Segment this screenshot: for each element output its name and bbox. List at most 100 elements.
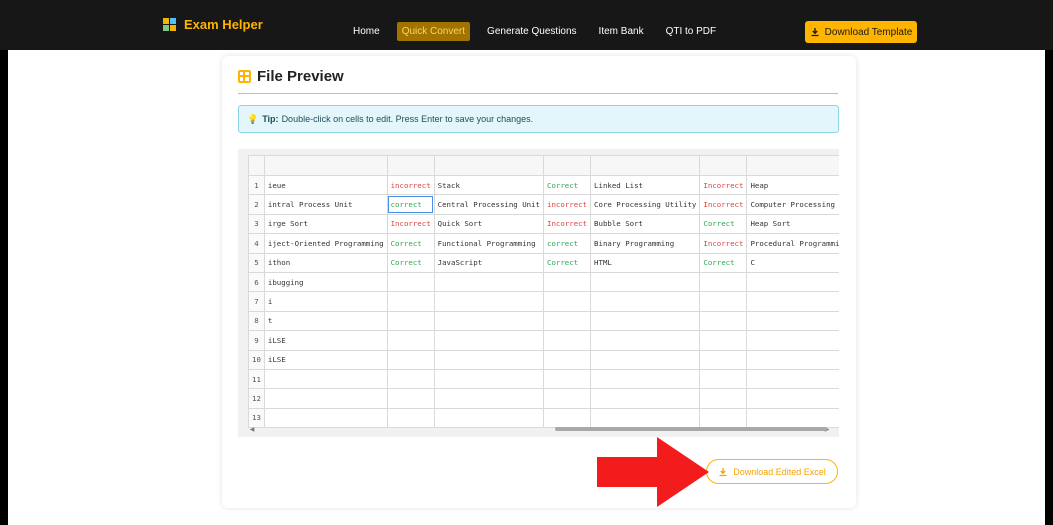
table-cell[interactable] — [699, 271, 748, 293]
table-cell[interactable]: iject-Oriented Programming — [263, 233, 388, 254]
table-cell[interactable] — [386, 349, 435, 370]
table-cell[interactable]: Incorrect — [542, 213, 592, 235]
table-cell[interactable]: Functional Programming — [433, 233, 545, 254]
table-cell[interactable]: Incorrect — [699, 194, 748, 215]
table-cell[interactable] — [699, 349, 748, 370]
scroll-track[interactable] — [256, 427, 827, 431]
table-cell[interactable] — [433, 310, 545, 332]
table-cell[interactable]: Linked List — [590, 174, 701, 196]
table-cell[interactable] — [746, 310, 839, 332]
horizontal-scrollbar[interactable]: ◀ ▶ — [248, 425, 831, 433]
table-cell[interactable] — [590, 368, 701, 390]
table-cell[interactable] — [590, 349, 701, 370]
table-cell[interactable]: JavaScript — [433, 252, 545, 273]
table-cell[interactable]: Core Processing Utility — [590, 194, 701, 215]
table-cell[interactable] — [263, 368, 388, 390]
column-header[interactable] — [386, 155, 435, 176]
table-cell[interactable]: incorrect — [386, 174, 435, 196]
table-cell[interactable]: Correct — [542, 252, 592, 273]
table-cell[interactable] — [590, 388, 701, 409]
table-cell[interactable] — [746, 349, 839, 370]
table-cell[interactable] — [746, 388, 839, 409]
table-cell[interactable]: iLSE — [263, 349, 388, 370]
table-cell[interactable]: ibugging — [263, 271, 388, 293]
table-cell[interactable] — [699, 368, 748, 390]
table-cell[interactable] — [433, 330, 545, 351]
table-cell[interactable]: Heap — [746, 174, 839, 196]
download-template-button[interactable]: Download Template — [805, 21, 917, 43]
table-cell[interactable]: Correct — [386, 252, 435, 273]
table-cell[interactable]: Stack — [433, 174, 545, 196]
table-cell[interactable]: Computer Processing Unit — [746, 194, 839, 215]
table-cell[interactable]: correct — [386, 194, 435, 215]
scroll-thumb[interactable] — [555, 427, 827, 431]
scroll-left-icon[interactable]: ◀ — [248, 426, 256, 433]
table-cell[interactable] — [433, 291, 545, 312]
table-cell[interactable] — [386, 271, 435, 293]
table-cell[interactable] — [699, 310, 748, 332]
column-header[interactable] — [433, 155, 545, 176]
nav-generate-questions[interactable]: Generate Questions — [482, 22, 582, 41]
table-cell[interactable] — [746, 271, 839, 293]
table-cell[interactable]: iLSE — [263, 330, 388, 351]
table-cell[interactable]: Binary Programming — [590, 233, 701, 254]
table-cell[interactable] — [699, 291, 748, 312]
column-header[interactable] — [263, 155, 388, 176]
table-cell[interactable]: C — [746, 252, 839, 273]
nav-item-bank[interactable]: Item Bank — [594, 22, 649, 41]
table-cell[interactable]: irge Sort — [263, 213, 388, 235]
table-cell[interactable]: Procedural Programming — [746, 233, 839, 254]
table-cell[interactable]: Correct — [386, 233, 435, 254]
table-cell[interactable] — [542, 330, 592, 351]
table-cell[interactable] — [433, 388, 545, 409]
nav-quick-convert[interactable]: Quick Convert — [396, 22, 471, 41]
table-cell[interactable] — [433, 349, 545, 370]
table-cell[interactable] — [590, 291, 701, 312]
table-cell[interactable]: Central Processing Unit — [433, 194, 545, 215]
table-cell[interactable] — [590, 271, 701, 293]
table-cell[interactable]: ithon — [263, 252, 388, 273]
table-cell[interactable] — [386, 291, 435, 312]
table-cell[interactable] — [386, 330, 435, 351]
table-cell[interactable] — [746, 291, 839, 312]
table-cell[interactable]: HTML — [590, 252, 701, 273]
table-cell[interactable] — [542, 368, 592, 390]
table-cell[interactable] — [590, 310, 701, 332]
table-cell[interactable]: Correct — [699, 252, 748, 273]
nav-qti-to-pdf[interactable]: QTI to PDF — [661, 22, 722, 41]
table-cell[interactable] — [433, 271, 545, 293]
column-header[interactable] — [542, 155, 592, 176]
brand[interactable]: Exam Helper — [163, 14, 263, 34]
table-cell[interactable] — [542, 388, 592, 409]
table-cell[interactable] — [263, 388, 388, 409]
table-cell[interactable]: incorrect — [542, 194, 592, 215]
table-cell[interactable]: Quick Sort — [433, 213, 545, 235]
table-cell[interactable]: Incorrect — [386, 213, 435, 235]
table-cell[interactable] — [542, 310, 592, 332]
download-edited-excel-button[interactable]: Download Edited Excel — [706, 459, 838, 484]
table-cell[interactable] — [386, 388, 435, 409]
table-cell[interactable]: Correct — [699, 213, 748, 235]
table-cell[interactable]: ieue — [263, 174, 388, 196]
table-cell[interactable] — [590, 330, 701, 351]
table-cell[interactable]: Incorrect — [699, 174, 748, 196]
table-cell[interactable] — [386, 368, 435, 390]
table-cell[interactable]: i — [263, 291, 388, 312]
column-header[interactable] — [590, 155, 701, 176]
table-cell[interactable] — [433, 368, 545, 390]
table-cell[interactable]: intral Process Unit — [263, 194, 388, 215]
table-cell[interactable] — [386, 310, 435, 332]
table-cell[interactable] — [542, 349, 592, 370]
table-cell[interactable] — [746, 368, 839, 390]
table-cell[interactable]: Heap Sort — [746, 213, 839, 235]
nav-home[interactable]: Home — [348, 22, 385, 41]
table-cell[interactable] — [699, 330, 748, 351]
table-cell[interactable] — [699, 388, 748, 409]
table-cell[interactable] — [542, 291, 592, 312]
table-cell[interactable]: Correct — [542, 174, 592, 196]
column-header[interactable] — [699, 155, 748, 176]
table-cell[interactable]: t — [263, 310, 388, 332]
table-cell[interactable] — [746, 330, 839, 351]
table-cell[interactable]: Bubble Sort — [590, 213, 701, 235]
table-cell[interactable]: correct — [542, 233, 592, 254]
